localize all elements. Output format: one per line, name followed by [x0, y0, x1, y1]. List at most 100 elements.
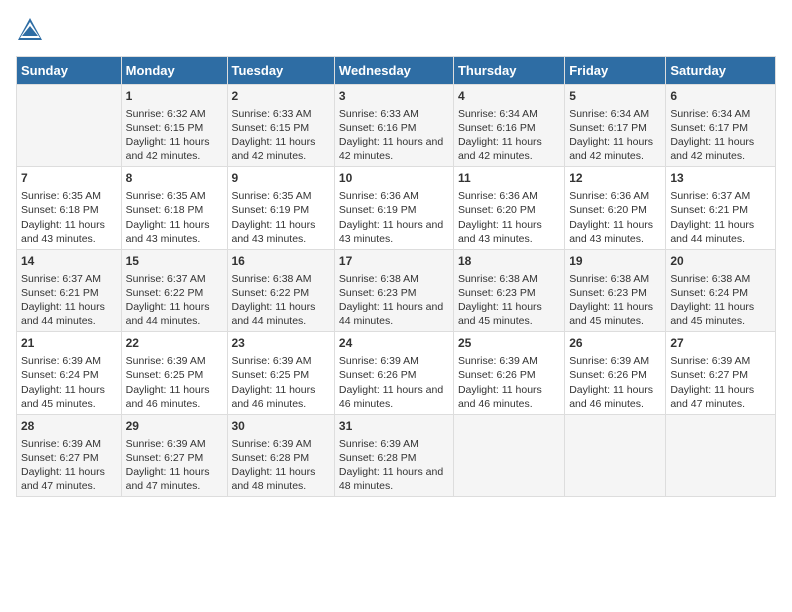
calendar-table: SundayMondayTuesdayWednesdayThursdayFrid… — [16, 56, 776, 497]
calendar-cell: 8 Sunrise: 6:35 AMSunset: 6:18 PMDaylight… — [121, 167, 227, 249]
cell-info: Sunrise: 6:37 AMSunset: 6:22 PMDaylight:… — [126, 272, 223, 329]
day-header-monday: Monday — [121, 57, 227, 85]
day-header-saturday: Saturday — [666, 57, 776, 85]
calendar-cell: 1 Sunrise: 6:32 AMSunset: 6:15 PMDaylight… — [121, 85, 227, 167]
cell-info: Sunrise: 6:39 AMSunset: 6:27 PMDaylight:… — [21, 437, 117, 494]
day-number: 10 — [339, 170, 449, 187]
week-row-3: 21 Sunrise: 6:39 AMSunset: 6:24 PMDayligh… — [17, 332, 776, 414]
calendar-cell: 20Sunrise: 6:38 AMSunset: 6:24 PMDayligh… — [666, 249, 776, 331]
cell-info: Sunrise: 6:34 AMSunset: 6:16 PMDaylight:… — [458, 107, 560, 164]
day-number: 23 — [232, 335, 330, 352]
cell-info: Sunrise: 6:34 AMSunset: 6:17 PMDaylight:… — [569, 107, 661, 164]
week-row-0: 1 Sunrise: 6:32 AMSunset: 6:15 PMDaylight… — [17, 85, 776, 167]
logo-icon — [16, 16, 44, 44]
calendar-cell: 26 Sunrise: 6:39 AMSunset: 6:26 PMDayligh… — [565, 332, 666, 414]
cell-info: Sunrise: 6:38 AMSunset: 6:23 PMDaylight:… — [569, 272, 661, 329]
day-header-thursday: Thursday — [453, 57, 564, 85]
day-number: 29 — [126, 418, 223, 435]
calendar-cell: 9 Sunrise: 6:35 AMSunset: 6:19 PMDaylight… — [227, 167, 334, 249]
calendar-cell: 2Sunrise: 6:33 AMSunset: 6:15 PMDaylight… — [227, 85, 334, 167]
calendar-cell: 4 Sunrise: 6:34 AMSunset: 6:16 PMDaylight… — [453, 85, 564, 167]
day-number: 9 — [232, 170, 330, 187]
day-number: 22 — [126, 335, 223, 352]
calendar-cell: 17Sunrise: 6:38 AMSunset: 6:23 PMDayligh… — [334, 249, 453, 331]
calendar-cell: 7 Sunrise: 6:35 AMSunset: 6:18 PMDaylight… — [17, 167, 122, 249]
week-row-2: 14 Sunrise: 6:37 AMSunset: 6:21 PMDayligh… — [17, 249, 776, 331]
calendar-cell: 25Sunrise: 6:39 AMSunset: 6:26 PMDayligh… — [453, 332, 564, 414]
day-number: 1 — [126, 88, 223, 105]
day-number: 14 — [21, 253, 117, 270]
calendar-cell: 29 Sunrise: 6:39 AMSunset: 6:27 PMDayligh… — [121, 414, 227, 496]
calendar-cell: 10Sunrise: 6:36 AMSunset: 6:19 PMDayligh… — [334, 167, 453, 249]
header — [16, 16, 776, 44]
calendar-cell: 23 Sunrise: 6:39 AMSunset: 6:25 PMDayligh… — [227, 332, 334, 414]
day-number: 28 — [21, 418, 117, 435]
cell-info: Sunrise: 6:38 AMSunset: 6:23 PMDaylight:… — [458, 272, 560, 329]
cell-info: Sunrise: 6:32 AMSunset: 6:15 PMDaylight:… — [126, 107, 223, 164]
calendar-cell: 30 Sunrise: 6:39 AMSunset: 6:28 PMDayligh… — [227, 414, 334, 496]
calendar-cell — [666, 414, 776, 496]
cell-info: Sunrise: 6:35 AMSunset: 6:18 PMDaylight:… — [21, 189, 117, 246]
calendar-cell: 24Sunrise: 6:39 AMSunset: 6:26 PMDayligh… — [334, 332, 453, 414]
calendar-cell: 21 Sunrise: 6:39 AMSunset: 6:24 PMDayligh… — [17, 332, 122, 414]
calendar-cell: 11 Sunrise: 6:36 AMSunset: 6:20 PMDayligh… — [453, 167, 564, 249]
day-header-wednesday: Wednesday — [334, 57, 453, 85]
day-number: 21 — [21, 335, 117, 352]
calendar-cell: 16Sunrise: 6:38 AMSunset: 6:22 PMDayligh… — [227, 249, 334, 331]
calendar-cell: 13 Sunrise: 6:37 AMSunset: 6:21 PMDayligh… — [666, 167, 776, 249]
cell-info: Sunrise: 6:39 AMSunset: 6:28 PMDaylight:… — [232, 437, 330, 494]
cell-info: Sunrise: 6:37 AMSunset: 6:21 PMDaylight:… — [21, 272, 117, 329]
header-row: SundayMondayTuesdayWednesdayThursdayFrid… — [17, 57, 776, 85]
calendar-cell — [565, 414, 666, 496]
calendar-cell: 5Sunrise: 6:34 AMSunset: 6:17 PMDaylight… — [565, 85, 666, 167]
cell-info: Sunrise: 6:39 AMSunset: 6:25 PMDaylight:… — [232, 354, 330, 411]
cell-info: Sunrise: 6:36 AMSunset: 6:20 PMDaylight:… — [569, 189, 661, 246]
calendar-cell: 15 Sunrise: 6:37 AMSunset: 6:22 PMDayligh… — [121, 249, 227, 331]
cell-info: Sunrise: 6:35 AMSunset: 6:18 PMDaylight:… — [126, 189, 223, 246]
cell-info: Sunrise: 6:39 AMSunset: 6:26 PMDaylight:… — [339, 354, 449, 411]
cell-info: Sunrise: 6:39 AMSunset: 6:26 PMDaylight:… — [458, 354, 560, 411]
cell-info: Sunrise: 6:38 AMSunset: 6:23 PMDaylight:… — [339, 272, 449, 329]
day-number: 2 — [232, 88, 330, 105]
calendar-cell: 14 Sunrise: 6:37 AMSunset: 6:21 PMDayligh… — [17, 249, 122, 331]
day-number: 18 — [458, 253, 560, 270]
cell-info: Sunrise: 6:39 AMSunset: 6:26 PMDaylight:… — [569, 354, 661, 411]
logo — [16, 16, 48, 44]
cell-info: Sunrise: 6:37 AMSunset: 6:21 PMDaylight:… — [670, 189, 771, 246]
day-number: 26 — [569, 335, 661, 352]
day-header-tuesday: Tuesday — [227, 57, 334, 85]
calendar-cell: 27 Sunrise: 6:39 AMSunset: 6:27 PMDayligh… — [666, 332, 776, 414]
day-number: 15 — [126, 253, 223, 270]
cell-info: Sunrise: 6:39 AMSunset: 6:27 PMDaylight:… — [670, 354, 771, 411]
day-number: 8 — [126, 170, 223, 187]
day-number: 31 — [339, 418, 449, 435]
calendar-cell: 6 Sunrise: 6:34 AMSunset: 6:17 PMDaylight… — [666, 85, 776, 167]
cell-info: Sunrise: 6:39 AMSunset: 6:27 PMDaylight:… — [126, 437, 223, 494]
day-number: 27 — [670, 335, 771, 352]
cell-info: Sunrise: 6:39 AMSunset: 6:24 PMDaylight:… — [21, 354, 117, 411]
calendar-cell: 22Sunrise: 6:39 AMSunset: 6:25 PMDayligh… — [121, 332, 227, 414]
cell-info: Sunrise: 6:39 AMSunset: 6:28 PMDaylight:… — [339, 437, 449, 494]
day-number: 6 — [670, 88, 771, 105]
day-number: 4 — [458, 88, 560, 105]
calendar-cell: 3 Sunrise: 6:33 AMSunset: 6:16 PMDaylight… — [334, 85, 453, 167]
day-number: 7 — [21, 170, 117, 187]
day-number: 3 — [339, 88, 449, 105]
day-number: 13 — [670, 170, 771, 187]
calendar-cell — [453, 414, 564, 496]
cell-info: Sunrise: 6:35 AMSunset: 6:19 PMDaylight:… — [232, 189, 330, 246]
day-number: 12 — [569, 170, 661, 187]
cell-info: Sunrise: 6:38 AMSunset: 6:24 PMDaylight:… — [670, 272, 771, 329]
cell-info: Sunrise: 6:36 AMSunset: 6:20 PMDaylight:… — [458, 189, 560, 246]
cell-info: Sunrise: 6:34 AMSunset: 6:17 PMDaylight:… — [670, 107, 771, 164]
cell-info: Sunrise: 6:33 AMSunset: 6:16 PMDaylight:… — [339, 107, 449, 164]
day-number: 16 — [232, 253, 330, 270]
calendar-cell: 19Sunrise: 6:38 AMSunset: 6:23 PMDayligh… — [565, 249, 666, 331]
calendar-cell: 31 Sunrise: 6:39 AMSunset: 6:28 PMDayligh… — [334, 414, 453, 496]
day-header-sunday: Sunday — [17, 57, 122, 85]
day-number: 30 — [232, 418, 330, 435]
page-container: SundayMondayTuesdayWednesdayThursdayFrid… — [0, 0, 792, 505]
day-number: 11 — [458, 170, 560, 187]
calendar-cell: 18 Sunrise: 6:38 AMSunset: 6:23 PMDayligh… — [453, 249, 564, 331]
day-header-friday: Friday — [565, 57, 666, 85]
